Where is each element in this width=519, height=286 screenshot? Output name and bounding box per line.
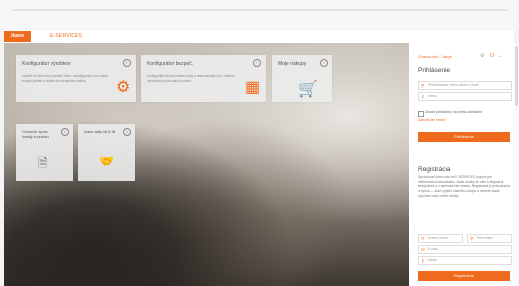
document-check-icon: 🗎 <box>38 156 48 170</box>
forgot-password-link[interactable]: Zabudli ste heslo? <box>418 118 446 122</box>
ikano-logo[interactable]: ikano <box>4 31 31 42</box>
cart-icon: 🛒 <box>298 81 318 98</box>
calendar-gear-icon: ▦ <box>245 79 261 96</box>
tile-my-purchases[interactable]: Moje nákupy i 🛒 <box>272 55 332 102</box>
reg-password-placeholder: Heslo <box>428 258 437 262</box>
registration-text: Spoločnosť Ikano vás na E-SERVICES pozýv… <box>418 175 510 198</box>
tile-title: Konfigurátor bezpeč. <box>147 61 194 67</box>
remember-checkbox[interactable] <box>418 111 424 117</box>
tile-product-configurator[interactable]: Konfigurátor výrobkov Vyberte si ľubovoľ… <box>16 55 136 102</box>
tile-title: Moje nákupy <box>278 61 307 67</box>
gears-icon: ⚙ <box>116 79 131 96</box>
last-name-placeholder: Priezvisko <box>477 236 493 240</box>
user-icon: ⚲ <box>421 236 425 241</box>
handshake-icon: 🤝 <box>99 154 114 168</box>
tile-description: Vyberte si ľubovoľný výrobok Velux, skon… <box>22 74 108 83</box>
tile-title: Ikano daily kit & tilt <box>84 130 116 134</box>
user-icon: ⚲ <box>470 236 474 241</box>
login-title: Prihlásenie <box>418 67 451 74</box>
language-link[interactable]: Zmena rečí / Jazyk <box>418 54 452 59</box>
key-icon: ⚷ <box>421 258 425 263</box>
user-icon: ⚲ <box>421 83 425 88</box>
tile-title: Overenie správ. kvality a servisu <box>22 130 49 139</box>
first-name-placeholder: Krstné meno <box>428 236 448 240</box>
power-icon[interactable]: ⏻ <box>490 53 494 59</box>
login-button[interactable]: Prihlásenie <box>418 132 510 142</box>
browser-top-strip <box>0 0 519 29</box>
registration-title: Registrácia <box>418 166 451 173</box>
username-field[interactable]: ⚲ Prihlasovacie meno alebo e-mail <box>418 81 512 90</box>
register-button[interactable]: Registrácia <box>418 271 510 281</box>
scrollbar-thumb[interactable] <box>515 46 518 106</box>
tile-title: Konfigurátor výrobkov <box>22 61 71 67</box>
info-icon[interactable]: i <box>61 128 69 136</box>
password-field[interactable]: ⚷ Heslo <box>418 92 512 101</box>
info-icon[interactable]: i <box>253 59 261 67</box>
info-icon[interactable]: i <box>123 59 131 67</box>
first-name-field[interactable]: ⚲ Krstné meno <box>418 234 463 243</box>
tile-ikano-daily[interactable]: Ikano daily kit & tilt i 🤝 <box>78 124 135 181</box>
nav-eservices[interactable]: E-SERVICES <box>50 33 82 39</box>
tile-description: Konfigurujte bezpečnostné prvky a nakomb… <box>147 74 235 83</box>
last-name-field[interactable]: ⚲ Priezvisko <box>467 234 512 243</box>
mail-icon: ✉ <box>421 247 425 252</box>
info-icon[interactable]: i <box>123 128 131 136</box>
password-placeholder: Heslo <box>428 94 437 98</box>
top-divider <box>12 9 508 11</box>
email-field[interactable]: ✉ E-mail <box>418 245 512 254</box>
reg-password-field[interactable]: ⚷ Heslo <box>418 256 512 265</box>
username-placeholder: Prihlasovacie meno alebo e-mail <box>428 83 479 87</box>
sidebar-header-icons: ⚙ ⏻ ⌄ <box>480 53 502 59</box>
settings-icon[interactable]: ⚙ <box>480 53 484 59</box>
key-icon: ⚷ <box>421 94 425 99</box>
tile-service-check[interactable]: Overenie správ. kvality a servisu i 🗎 <box>16 124 73 181</box>
tile-security-configurator[interactable]: Konfigurátor bezpeč. Konfigurujte bezpeč… <box>141 55 266 102</box>
info-icon[interactable]: i <box>320 59 328 67</box>
remember-label: Zostať prihlásený na tomto zariadení <box>425 110 482 114</box>
email-placeholder: E-mail <box>428 247 438 251</box>
chevron-down-icon[interactable]: ⌄ <box>498 53 502 59</box>
